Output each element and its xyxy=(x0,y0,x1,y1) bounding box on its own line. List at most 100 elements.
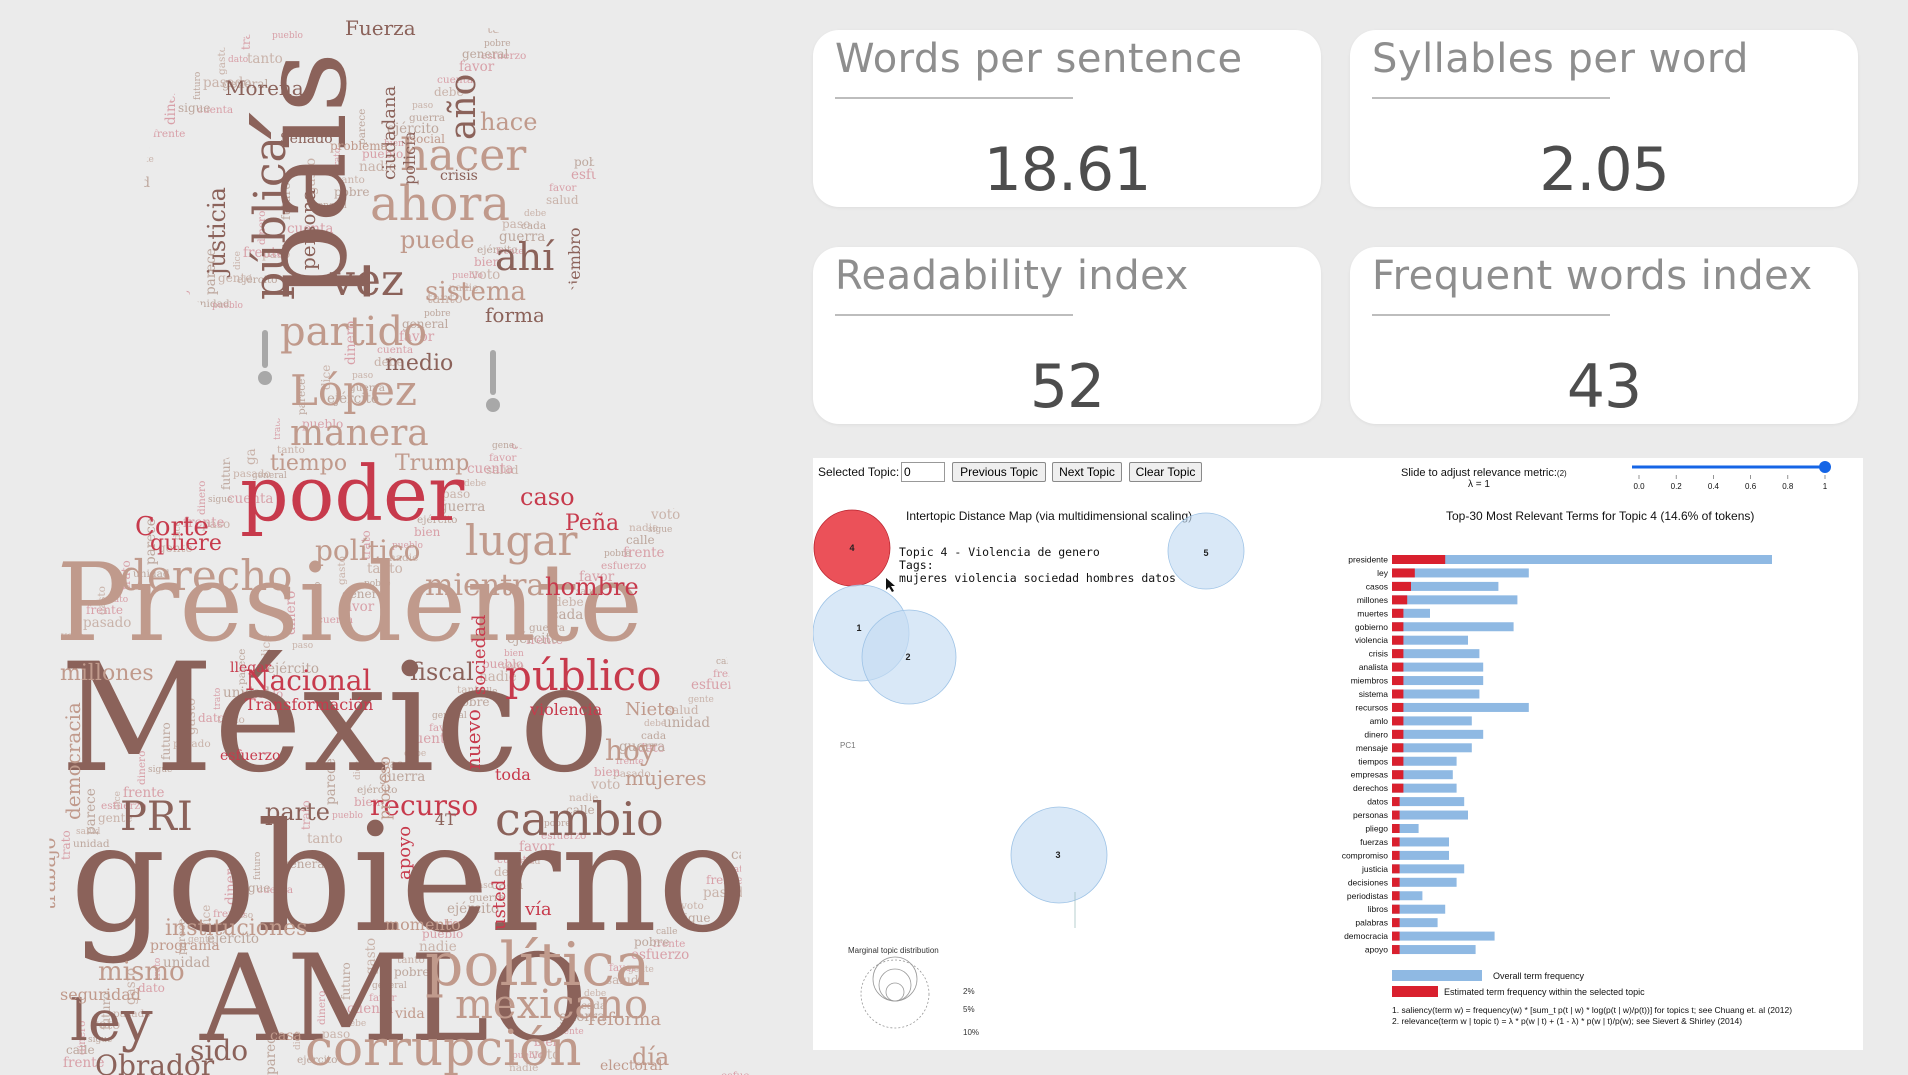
topic-tooltip: Topic 4 - Violencia de genero Tags: muje… xyxy=(899,545,1176,585)
cloud-word: violencia xyxy=(529,700,603,719)
marginal-tick-2: 2% xyxy=(963,987,975,996)
cloud-word: esfuerzo xyxy=(571,167,629,183)
bar-term-label[interactable]: mensaje xyxy=(1356,743,1388,753)
bar-estimated xyxy=(1392,622,1404,632)
cloud-word: año xyxy=(443,74,484,140)
bar-term-label[interactable]: analista xyxy=(1359,662,1389,672)
cloud-word: vida xyxy=(394,1006,425,1022)
cloud-word: pública xyxy=(245,136,296,300)
bar-term-label[interactable]: ley xyxy=(1377,568,1389,578)
cloud-word: trato xyxy=(273,418,283,440)
bar-term-label[interactable]: justicia xyxy=(1361,864,1388,874)
bar-overall xyxy=(1392,716,1472,726)
cloud-word: cada xyxy=(611,337,643,353)
bar-overall xyxy=(1392,797,1465,807)
bar-term-label[interactable]: miembros xyxy=(1351,676,1388,686)
cloud-word: debe xyxy=(614,325,644,339)
metric-divider xyxy=(835,314,1073,316)
bar-term-label[interactable]: casos xyxy=(1366,581,1388,591)
cloud-word: dice xyxy=(139,125,153,150)
cloud-word: bien xyxy=(624,109,644,119)
cloud-word: mismo xyxy=(98,957,185,987)
cloud-word: gente xyxy=(718,31,752,45)
cloud-word: gasto xyxy=(63,188,79,225)
bar-term-label[interactable]: fuerzas xyxy=(1360,837,1388,847)
bar-overall xyxy=(1392,662,1484,672)
cloud-word: paso xyxy=(412,101,433,111)
cloud-word: frente xyxy=(646,93,683,107)
cloud-word: pobre xyxy=(574,155,609,169)
cloud-word: calle xyxy=(686,263,715,277)
cloud-word: Trump xyxy=(395,451,469,476)
bar-term-label[interactable]: sistema xyxy=(1359,689,1389,699)
bar-term-label[interactable]: datos xyxy=(1367,797,1388,807)
bar-term-label[interactable]: pliego xyxy=(1365,824,1388,834)
marginal-title: Marginal topic distribution xyxy=(848,946,939,955)
bar-overall xyxy=(1392,622,1514,632)
cloud-word: hombre xyxy=(545,573,639,601)
cloud-word: esfuerzo xyxy=(661,290,706,302)
bar-estimated xyxy=(1392,904,1400,914)
cloud-word: quiere xyxy=(150,531,222,556)
topic-circle-label: 2 xyxy=(905,652,910,662)
cloud-word: cada xyxy=(81,190,106,202)
cloud-word: favor xyxy=(549,182,577,194)
metric-title: Syllables per word xyxy=(1372,36,1749,82)
cloud-word: guerra xyxy=(589,352,625,364)
cloud-word: vez xyxy=(329,255,404,306)
term-bar-chart: presidente ley casos millones muertes gobiern… xyxy=(1342,555,1772,955)
bar-term-label[interactable]: personas xyxy=(1353,810,1388,820)
topic-circles[interactable]: 4 1 2 5 3 xyxy=(813,509,1245,904)
bar-estimated xyxy=(1392,595,1408,605)
cloud-word: guerra xyxy=(649,82,685,94)
cloud-word: Peña xyxy=(565,511,619,536)
bar-term-label[interactable]: periodistas xyxy=(1347,891,1388,901)
cloud-word: político xyxy=(315,534,420,567)
bar-term-label[interactable]: derechos xyxy=(1353,783,1388,793)
bar-estimated xyxy=(1392,608,1404,618)
cloud-word: ciudadana xyxy=(379,85,400,180)
bar-term-label[interactable]: crisis xyxy=(1369,649,1388,659)
cloud-word: futuro xyxy=(219,452,233,490)
cloud-word: parece xyxy=(56,409,68,445)
bar-term-label[interactable]: millones xyxy=(1357,595,1388,605)
bar-overall xyxy=(1392,850,1449,860)
cloud-word: justicia xyxy=(203,187,231,278)
bar-term-label[interactable]: empresas xyxy=(1351,770,1388,780)
bar-term-label[interactable]: muertes xyxy=(1357,608,1388,618)
bar-term-label[interactable]: presidente xyxy=(1348,555,1388,565)
bar-term-label[interactable]: democracia xyxy=(1344,931,1388,941)
cloud-word: salud xyxy=(636,317,661,327)
bar-overall xyxy=(1392,689,1480,699)
bar-term-label[interactable]: gobierno xyxy=(1355,622,1388,632)
bar-term-label[interactable]: decisiones xyxy=(1348,877,1388,887)
bar-term-label[interactable]: violencia xyxy=(1355,635,1388,645)
cloud-word: salud xyxy=(106,163,139,177)
cloud-word: cada xyxy=(701,460,726,472)
bar-term-label[interactable]: libros xyxy=(1368,904,1388,914)
cloud-word: favor xyxy=(639,299,675,315)
cloud-word: gasto xyxy=(216,46,228,75)
bar-estimated xyxy=(1392,931,1400,941)
word-cloud: dice cuenta pobre voto dato parece paso favor ca… xyxy=(49,11,771,1075)
cloud-word: pasado xyxy=(733,228,771,240)
bar-term-label[interactable]: compromiso xyxy=(1342,850,1389,860)
bar-overall xyxy=(1392,676,1484,686)
cloud-word: esfuerzo xyxy=(721,1070,766,1075)
bar-term-label[interactable]: dinero xyxy=(1364,729,1388,739)
bar-estimated xyxy=(1392,864,1400,874)
metric-value: 52 xyxy=(1029,352,1105,422)
cloud-word: cada xyxy=(671,67,703,83)
bar-term-label[interactable]: apoyo xyxy=(1365,945,1388,955)
cloud-word: calle xyxy=(506,23,535,37)
metric-divider xyxy=(1372,314,1610,316)
bar-term-label[interactable]: recursos xyxy=(1355,702,1388,712)
bar-term-label[interactable]: tiempos xyxy=(1358,756,1388,766)
cloud-word: ahora xyxy=(370,176,510,232)
bar-term-label[interactable]: amlo xyxy=(1370,716,1389,726)
bar-term-label[interactable]: palabras xyxy=(1355,918,1388,928)
cloud-word: pobre xyxy=(514,425,549,439)
cloud-word: casa xyxy=(270,1028,302,1044)
bar-overall xyxy=(1392,729,1484,739)
cloud-word: Morena xyxy=(225,76,304,100)
